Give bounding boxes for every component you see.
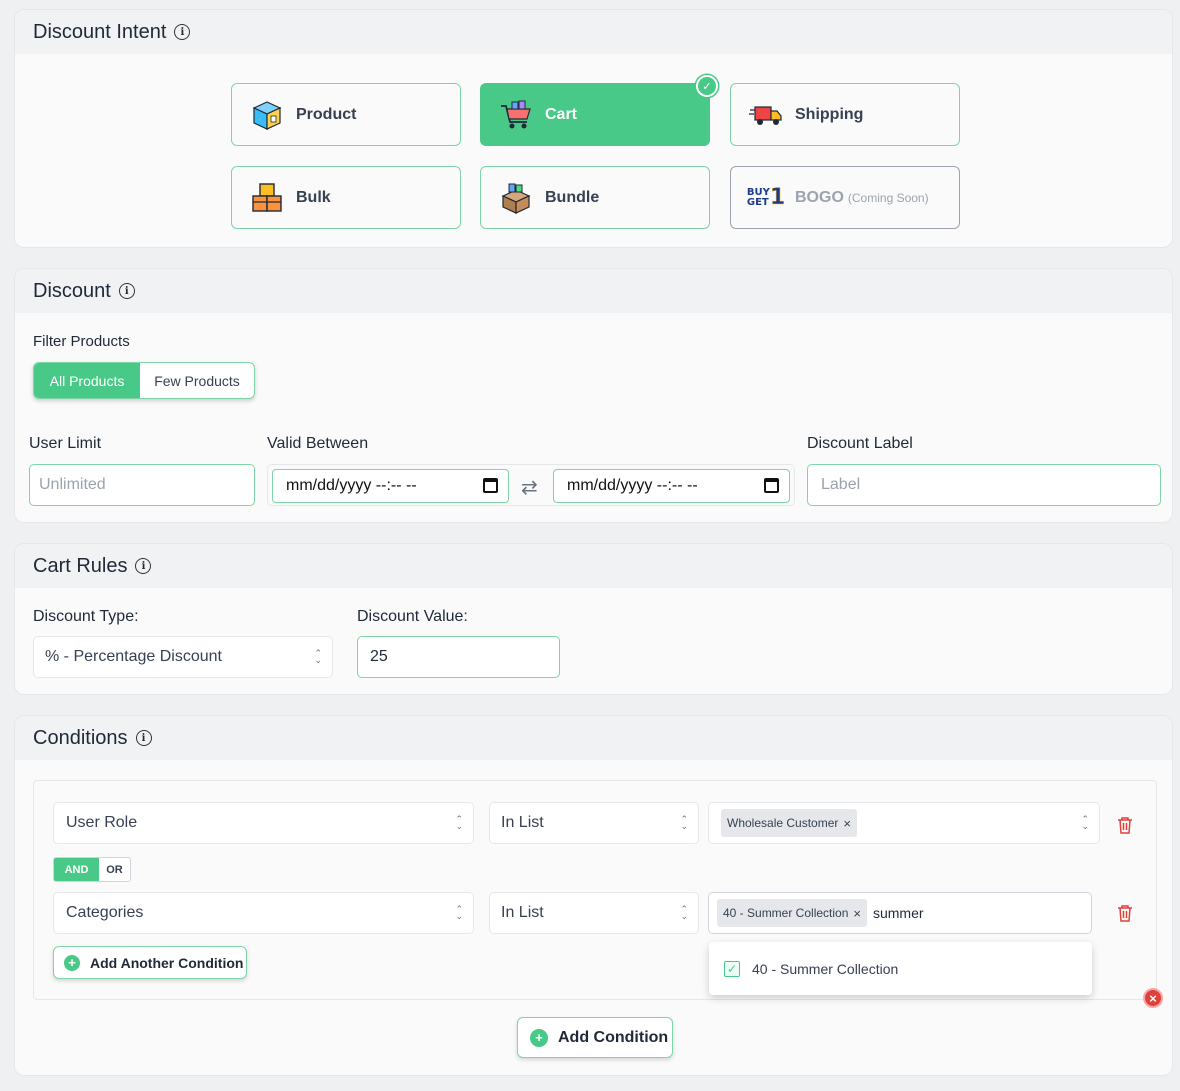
remove-tag-icon[interactable]: × xyxy=(843,816,851,831)
user-limit-input[interactable]: Unlimited xyxy=(29,464,255,506)
intent-label: Shipping xyxy=(795,105,864,123)
delete-condition-icon[interactable] xyxy=(1117,904,1133,922)
discount-intent-card: Discount Intent i Product Cart ✓ Shippin… xyxy=(14,9,1173,248)
condition-field-select[interactable]: Categories ⌃ ⌄ xyxy=(53,892,474,934)
add-condition-label: Add Condition xyxy=(558,1028,669,1046)
condition-operator-select[interactable]: In List ⌃ ⌄ xyxy=(489,892,699,934)
discount-type-select[interactable]: % - Percentage Discount ⌃ ⌄ xyxy=(33,636,333,678)
conditions-header: Conditions i xyxy=(15,716,1172,760)
dropdown-option-label[interactable]: 40 - Summer Collection xyxy=(752,961,898,977)
condition-values-multiselect[interactable]: 40 - Summer Collection × summer xyxy=(708,892,1092,934)
condition-operator-value: In List xyxy=(501,814,544,831)
discount-title: Discount xyxy=(33,279,111,302)
discount-intent-title: Discount Intent xyxy=(33,20,167,43)
condition-field-value: User Role xyxy=(66,814,138,831)
cart-icon xyxy=(499,98,533,132)
coming-soon-note: (Coming Soon) xyxy=(847,190,929,205)
intent-label: BOGO xyxy=(795,188,844,206)
close-circle-icon[interactable]: × xyxy=(1143,988,1163,1008)
date-from-value: mm/dd/yyyy --:-- -- xyxy=(286,477,417,494)
add-condition-button[interactable]: + Add Condition xyxy=(517,1017,673,1058)
value-tag: Wholesale Customer × xyxy=(721,809,857,837)
info-icon[interactable]: i xyxy=(174,24,191,40)
calendar-icon[interactable] xyxy=(764,478,779,493)
discount-value-input[interactable]: 25 xyxy=(357,636,560,678)
discount-type-label: Discount Type: xyxy=(33,608,139,625)
add-another-condition-label: Add Another Condition xyxy=(90,954,244,971)
cart-rules-title: Cart Rules xyxy=(33,554,128,577)
cart-rules-card: Cart Rules i Discount Type: % - Percenta… xyxy=(14,543,1173,695)
discount-intent-header: Discount Intent i xyxy=(15,10,1172,54)
logic-and-option[interactable]: AND xyxy=(54,858,99,881)
discount-type-value: % - Percentage Discount xyxy=(45,648,222,665)
discount-value-text: 25 xyxy=(370,648,388,665)
discount-label-input[interactable]: Label xyxy=(807,464,1161,506)
intent-bulk-button[interactable]: Bulk xyxy=(231,166,461,229)
cart-rules-header: Cart Rules i xyxy=(15,544,1172,588)
discount-value-label: Discount Value: xyxy=(357,608,468,625)
option-checkbox[interactable]: ✓ xyxy=(724,960,740,977)
select-arrows-icon: ⌃ ⌄ xyxy=(680,814,688,831)
filter-products-toggle: All Products Few Products xyxy=(33,362,255,399)
search-text[interactable]: summer xyxy=(873,905,924,921)
info-icon[interactable]: i xyxy=(118,283,135,299)
box-icon xyxy=(250,98,284,132)
condition-operator-value: In List xyxy=(501,904,544,921)
date-to-input[interactable]: mm/dd/yyyy --:-- -- xyxy=(553,469,790,503)
swap-arrows-icon: ⇄ xyxy=(521,477,538,499)
condition-field-select[interactable]: User Role ⌃ ⌄ xyxy=(53,802,474,844)
info-icon[interactable]: i xyxy=(135,730,152,746)
intent-label: Product xyxy=(296,105,357,123)
few-products-option[interactable]: Few Products xyxy=(140,363,254,398)
plus-icon: + xyxy=(64,954,80,971)
bundle-icon xyxy=(499,181,533,215)
user-limit-label: User Limit xyxy=(29,435,102,452)
value-tag: 40 - Summer Collection × xyxy=(717,899,867,927)
all-products-option[interactable]: All Products xyxy=(34,363,140,398)
intent-cart-button[interactable]: Cart xyxy=(480,83,710,146)
conditions-card: Conditions i User Role ⌃ ⌄ In List ⌃ ⌄ Who… xyxy=(14,715,1173,1076)
select-arrows-icon: ⌃ ⌄ xyxy=(314,648,322,665)
buy-get-icon: BUY GET 1 xyxy=(746,181,786,215)
filter-products-label: Filter Products xyxy=(33,333,130,350)
valid-between-label: Valid Between xyxy=(267,435,369,452)
discount-label-label: Discount Label xyxy=(807,435,913,452)
logic-toggle: AND OR xyxy=(53,857,131,882)
condition-field-value: Categories xyxy=(66,904,144,921)
calendar-icon[interactable] xyxy=(483,478,498,493)
buy-get-icon-text: BUY GET 1 xyxy=(746,185,786,211)
discount-card: Discount i Filter Products All Products … xyxy=(14,268,1173,523)
discount-header: Discount i xyxy=(15,269,1172,313)
select-arrows-icon: ⌃ ⌄ xyxy=(680,904,688,921)
condition-operator-select[interactable]: In List ⌃ ⌄ xyxy=(489,802,699,844)
delete-condition-icon[interactable] xyxy=(1117,816,1133,834)
intent-label: Cart xyxy=(545,105,578,123)
select-arrows-icon: ⌃ ⌄ xyxy=(455,904,463,921)
logic-or-option[interactable]: OR xyxy=(99,858,130,881)
intent-label: Bulk xyxy=(296,188,331,206)
intent-bundle-button[interactable]: Bundle xyxy=(480,166,710,229)
condition-values-multiselect[interactable]: Wholesale Customer × ⌃ ⌄ xyxy=(708,802,1100,844)
intent-bogo-button[interactable]: BUY GET 1 BOGO (Coming Soon) xyxy=(730,166,960,229)
remove-tag-icon[interactable]: × xyxy=(853,906,861,921)
date-to-value: mm/dd/yyyy --:-- -- xyxy=(567,477,698,494)
values-dropdown: ✓ 40 - Summer Collection xyxy=(709,942,1092,995)
truck-icon xyxy=(749,98,783,132)
boxes-icon xyxy=(250,181,284,215)
select-arrows-icon: ⌃ ⌄ xyxy=(1081,814,1089,831)
select-arrows-icon: ⌃ ⌄ xyxy=(455,814,463,831)
add-another-condition-button[interactable]: + Add Another Condition xyxy=(53,946,247,979)
selected-check-icon: ✓ xyxy=(696,75,718,97)
intent-shipping-button[interactable]: Shipping xyxy=(730,83,960,146)
info-icon[interactable]: i xyxy=(135,558,152,574)
plus-icon: + xyxy=(530,1028,548,1047)
conditions-title: Conditions xyxy=(33,726,128,749)
date-from-input[interactable]: mm/dd/yyyy --:-- -- xyxy=(272,469,509,503)
intent-label: Bundle xyxy=(545,188,600,206)
intent-product-button[interactable]: Product xyxy=(231,83,461,146)
